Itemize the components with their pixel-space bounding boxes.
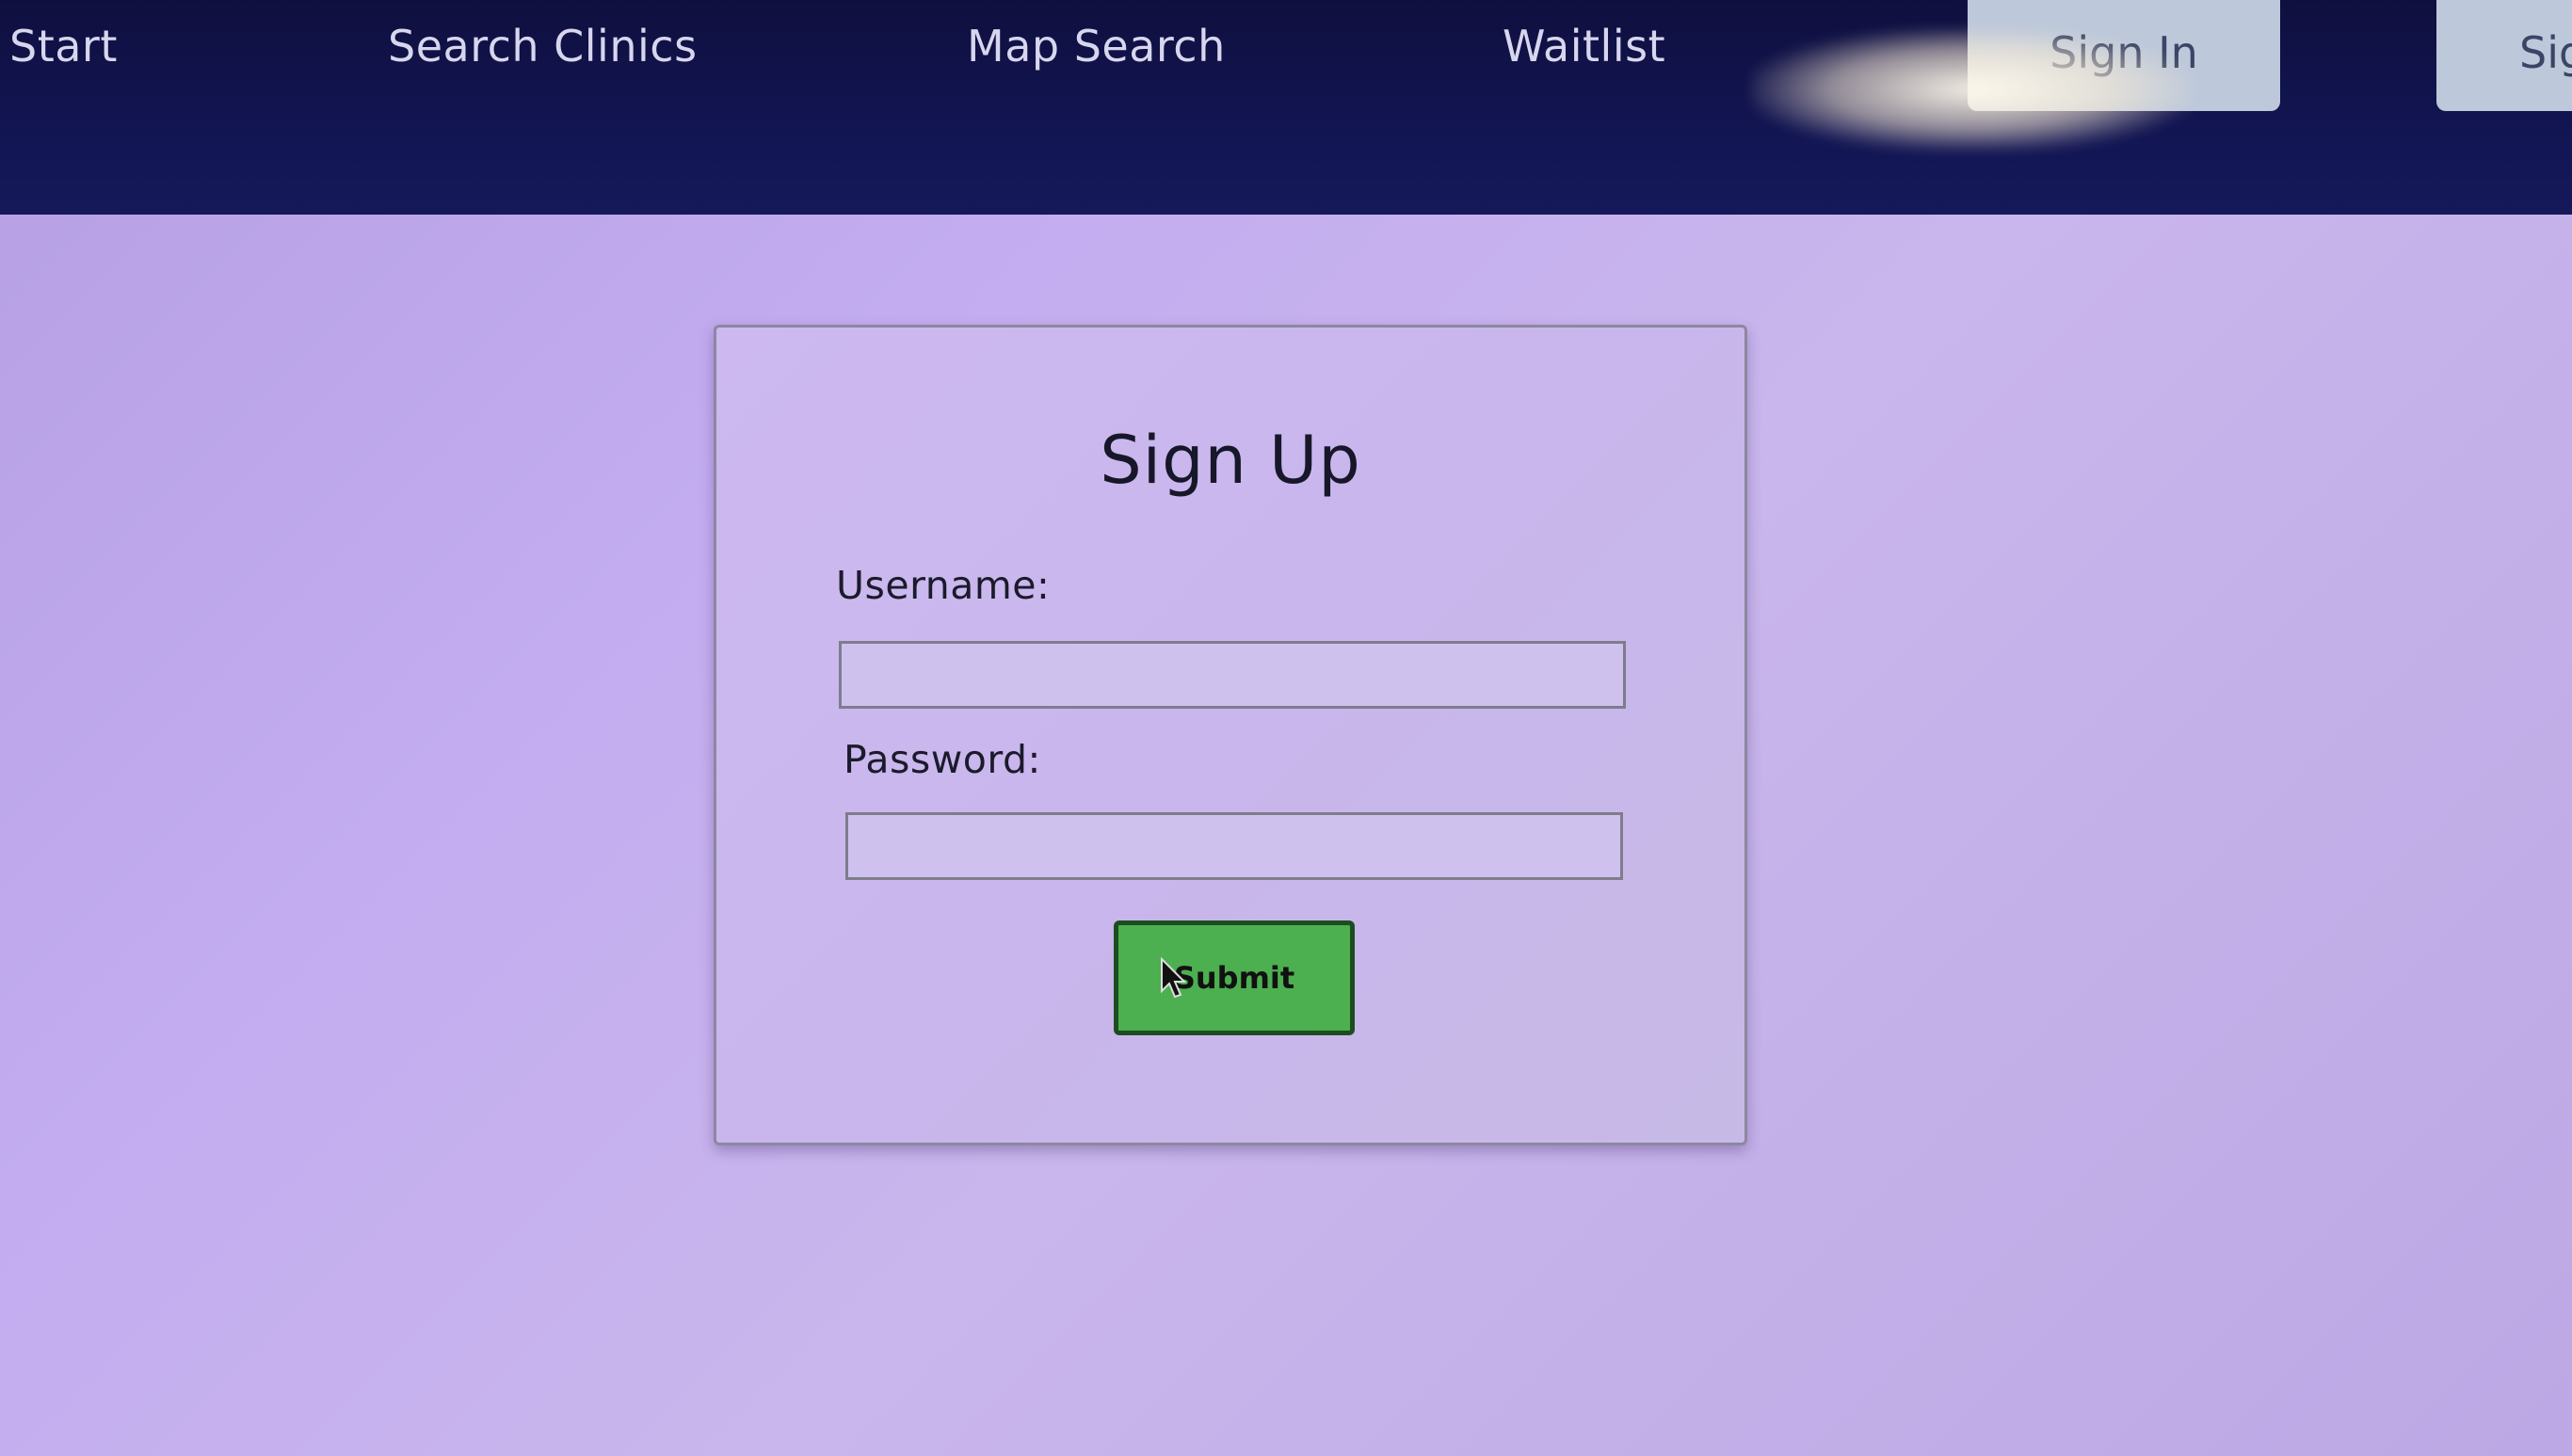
nav-link-start[interactable]: Start — [9, 13, 118, 79]
nav-tab-sign-up[interactable]: Sig — [2436, 0, 2572, 111]
signup-card: Sign Up Username: Password: Submit — [714, 325, 1747, 1145]
password-input[interactable] — [845, 812, 1623, 880]
submit-button[interactable]: Submit — [1114, 920, 1355, 1035]
username-label: Username: — [836, 563, 1051, 608]
top-navbar: Start Search Clinics Map Search Waitlist… — [0, 0, 2572, 215]
nav-link-search-clinics[interactable]: Search Clinics — [388, 13, 698, 79]
nav-tab-sign-in[interactable]: Sign In — [1968, 0, 2280, 111]
mouse-pointer-icon — [1161, 957, 1186, 999]
username-input[interactable] — [839, 641, 1626, 709]
page-title: Sign Up — [1100, 422, 1361, 499]
nav-link-waitlist[interactable]: Waitlist — [1503, 13, 1665, 79]
password-label: Password: — [844, 737, 1041, 782]
nav-link-map-search[interactable]: Map Search — [967, 13, 1226, 79]
